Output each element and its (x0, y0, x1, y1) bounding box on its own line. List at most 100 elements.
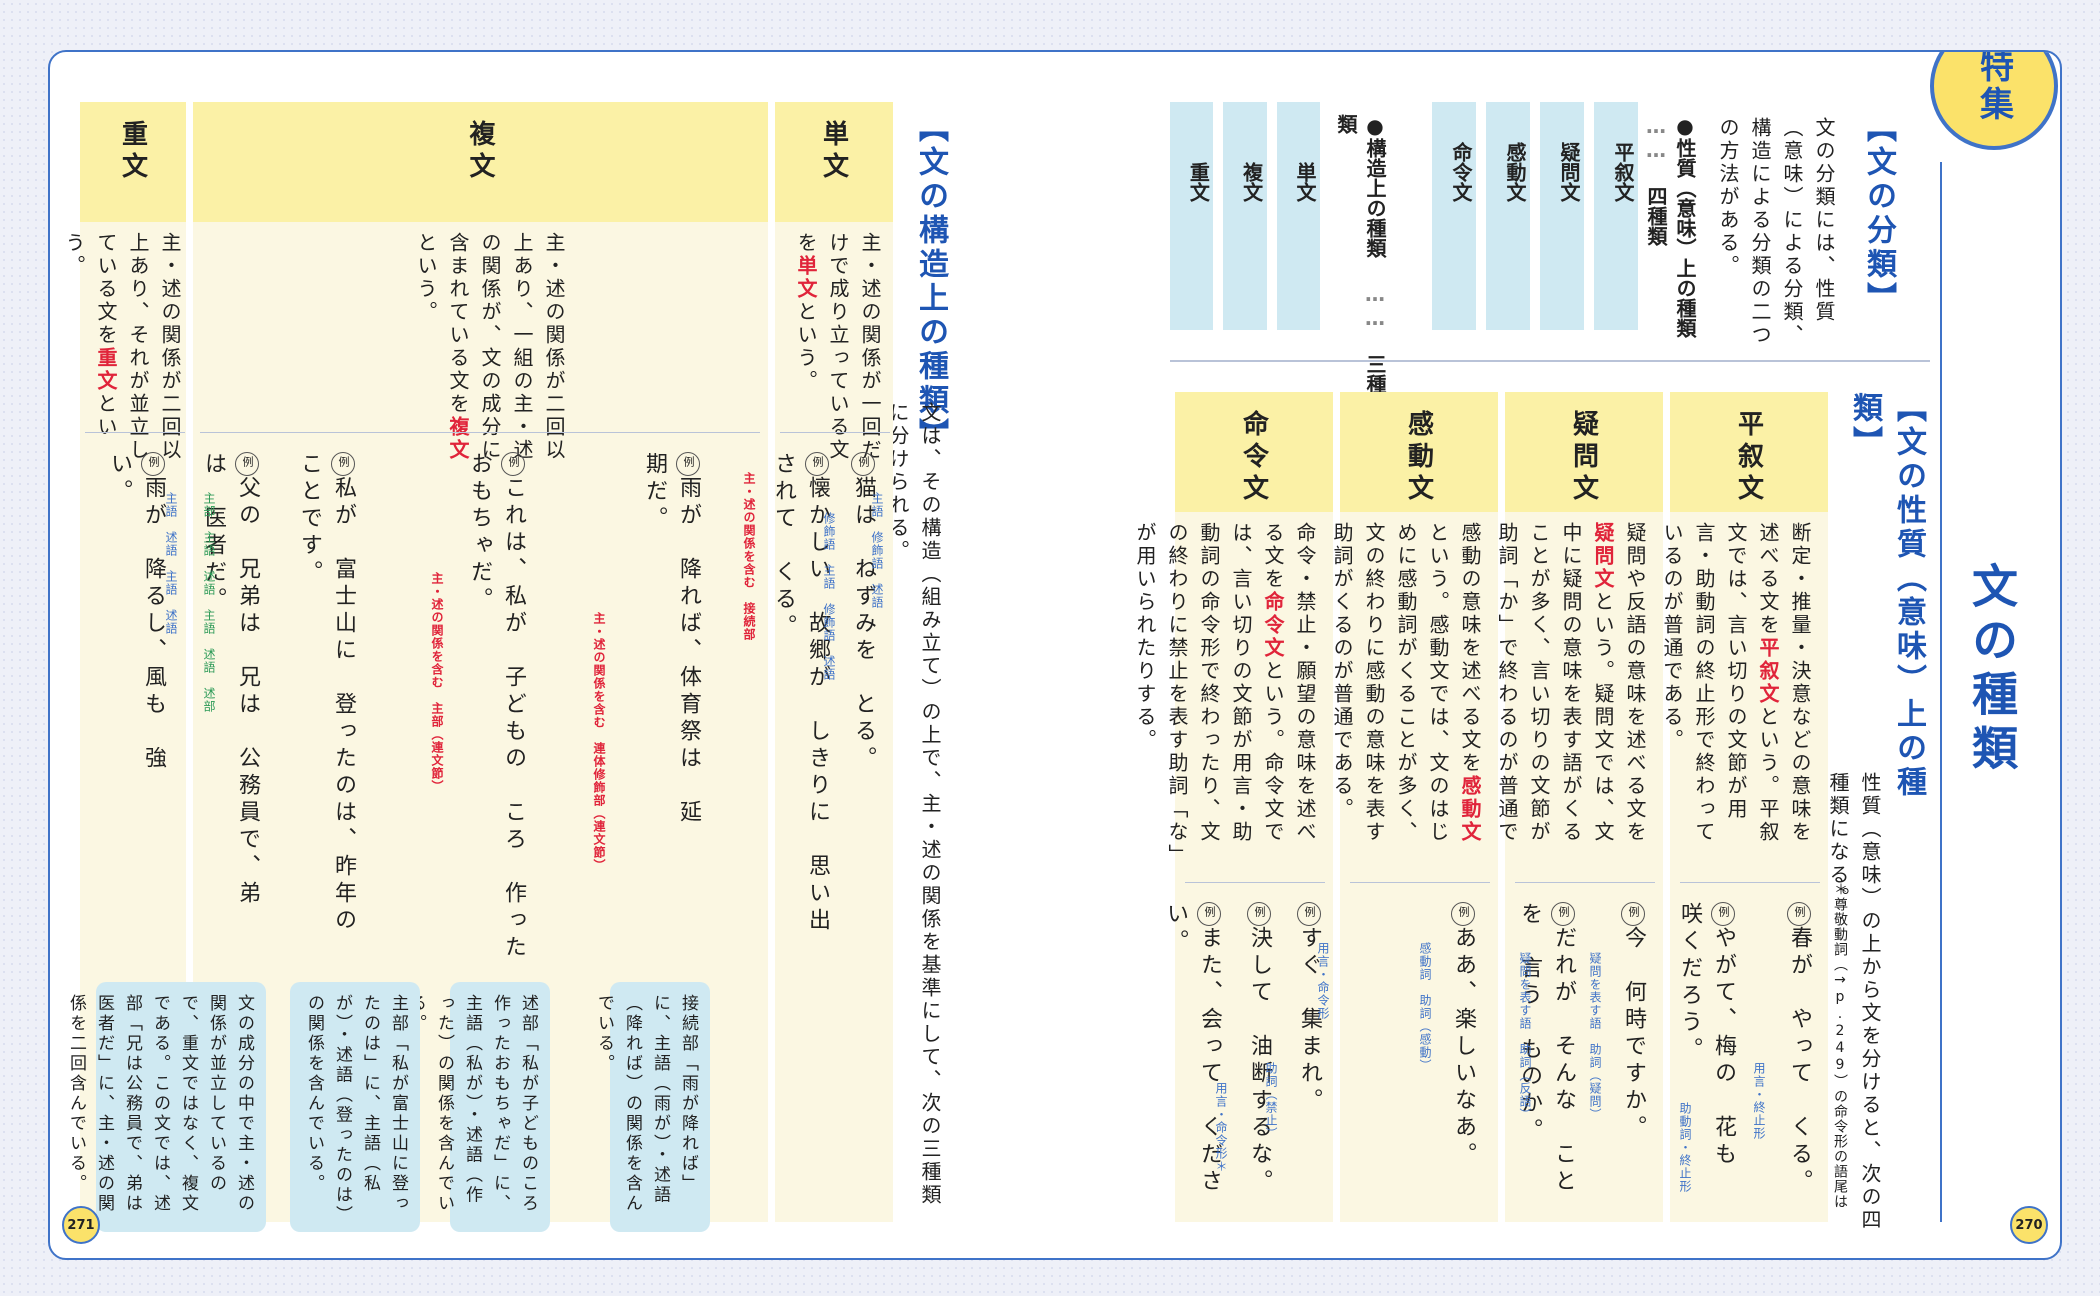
example-mark: 例 (1247, 902, 1271, 926)
example-note: 修飾語 主語 修飾語 述語 (822, 512, 836, 681)
example-note: 主語 修飾語 述語 (870, 492, 884, 609)
example-note: 主・述の関係を含む 接続部 (742, 472, 756, 641)
nature-cell: 命令文 (1432, 102, 1476, 330)
column-rule (1350, 882, 1490, 883)
example-note: 感動詞 助詞（感動） (1418, 942, 1432, 1072)
desc-key: 単文 (794, 255, 818, 301)
example-sentence: 例春が やって くる。 (1776, 902, 1816, 1222)
nature-footnote: ＊尊敬動詞（→p.249）の命令形の語尾は「い」になる。 (1812, 882, 1848, 1209)
example-mark: 例 (1451, 902, 1475, 926)
example-sentence: 例雨が 降れば、体育祭は 延期だ。 (642, 452, 705, 832)
column-rule (1680, 882, 1820, 883)
example-note: 主語 述語 主語 述語 (164, 492, 178, 635)
classification-body: 文の分類には、性質（意味）による分類、構造による分類の二つの方法がある。 (1716, 117, 1836, 347)
structure-cell: 重文 (1170, 102, 1214, 330)
example-note: 用言・命令形＊ (1214, 1082, 1228, 1173)
column-meireibun-desc: 命令・禁止・願望の意味を述べる文を命令文という。命令文では、言い切りの文節が用言… (1133, 522, 1321, 862)
example-sentence: 例ああ、楽しいなあ。 (1440, 902, 1480, 1222)
example-mark: 例 (1787, 902, 1811, 926)
column-title-text: 感動文 (1403, 410, 1434, 506)
nature-heading: 【文の性質（意味）上の種類】 (1847, 392, 1926, 800)
example-mark: 例 (676, 452, 700, 476)
column-jubun-desc: 主・述の関係が二回以上あり、それが並立している文を重文という。 (62, 232, 186, 462)
title-rule (1940, 162, 1942, 1222)
structure-intro: 文は、その構造（組み立て）の上で、主・述の関係を基準にして、次の三種類に分けられ… (886, 402, 942, 1207)
column-title-text: 疑問文 (1568, 410, 1599, 506)
example-sentence: 例父の 兄弟は 兄は 公務員で、弟は 医者だ。 (201, 452, 264, 932)
desc-key: 平叙文 (1756, 637, 1780, 706)
column-gimonbun-title: 疑問文 (1505, 392, 1663, 512)
column-title-text: 複文 (465, 120, 495, 184)
structure-dots: …… (1363, 282, 1387, 330)
callout-box: 文の成分の中で主・述の関係が並立しているので、重文ではなく、複文である。この文で… (66, 982, 266, 1232)
example-sentence: 例私が 富士山に 登ったのは、昨年の ことです。 (297, 452, 360, 962)
desc-text: という。 (794, 301, 818, 393)
nature-cell: 平叙文 (1594, 102, 1638, 330)
column-tanbun-desc: 主・述の関係が一回だけで成り立っている文を単文という。 (790, 232, 886, 462)
example-mark: 例 (501, 452, 525, 476)
desc-text: 疑問や反語の意味を述べる文を (1623, 522, 1647, 844)
column-rule (780, 432, 890, 433)
callout-box: 接続部「雨が降れば」に、主語（雨が）・述語（降れば）の関係を含んでいる。 (594, 982, 710, 1232)
example-mark: 例 (1297, 902, 1321, 926)
example-sentence: 例今 何時ですか。 (1610, 902, 1650, 1222)
example-mark: 例 (1621, 902, 1645, 926)
main-title: 文の種類 (1965, 562, 2019, 778)
example-mark: 例 (331, 452, 355, 476)
column-kandobun-title: 感動文 (1340, 392, 1498, 512)
example-mark: 例 (1711, 902, 1735, 926)
column-rule (1515, 882, 1655, 883)
column-heijobun-desc: 断定・推量・決意などの意味を述べる文を平叙文という。平叙文では、言い切りの文節が… (1660, 522, 1816, 862)
example-mark: 例 (1197, 902, 1221, 926)
column-rule (1185, 882, 1325, 883)
nature-intro: 性質（意味）の上から文を分けると、次の四種類になる。 (1826, 772, 1882, 1232)
structure-cell: 複文 (1223, 102, 1267, 330)
desc-key: 感動文 (1458, 775, 1482, 844)
column-title-text: 単文 (818, 120, 849, 184)
example-sentence: 例だれが そんな ことを 言う ものか。 (1517, 902, 1580, 1222)
example-mark: 例 (851, 452, 875, 476)
callout-box: 述部「私が子どものころ作ったおもちゃだ」に、主語（私が）・述語（作った）の関係を… (406, 982, 550, 1232)
feature-badge-text: 特集 (1973, 50, 2014, 124)
example-mark: 例 (805, 452, 829, 476)
structure-cell: 単文 (1276, 102, 1320, 330)
desc-key: 重文 (94, 347, 118, 393)
nature-cells: 平叙文 疑問文 感動文 命令文 (1430, 102, 1638, 330)
example-note: 用言・命令形 (1316, 942, 1330, 1020)
example-mark: 例 (1551, 902, 1575, 926)
nature-count: 四種類 (1644, 186, 1668, 246)
column-gimonbun-desc: 疑問や反語の意味を述べる文を疑問文という。疑問文では、文中に疑問の意味を表す語が… (1463, 522, 1651, 862)
spread-frame: 特集 文の種類 【文の分類】 文の分類には、性質（意味）による分類、構造による分… (48, 50, 2062, 1260)
callout-box: 主部「私が富士山に登ったのは」に、主語（私が）・述語（登ったのは）の関係を含んで… (290, 982, 420, 1232)
column-heijobun-title: 平叙文 (1670, 392, 1828, 512)
feature-badge: 特集 (1930, 50, 2058, 150)
column-tanbun-title: 単文 (775, 102, 893, 222)
structure-cells: 単文 複文 重文 (1170, 102, 1320, 330)
nature-dots: …… (1644, 114, 1668, 162)
nature-cell: 疑問文 (1540, 102, 1584, 330)
example-sentence: 例やがて、梅の 花も 咲くだろう。 (1677, 902, 1740, 1222)
example-text: 春が やって くる。 (1787, 926, 1812, 1196)
desc-key: 疑問文 (1591, 522, 1615, 591)
example-note: 疑問を表す語 助詞（疑問） (1588, 952, 1602, 1121)
example-sentence: 例これは、私が 子どもの ころ 作った おもちゃだ。 (467, 452, 530, 989)
column-rule (200, 432, 760, 433)
desc-key: 命令文 (1261, 591, 1285, 660)
nature-label-text: ●性質（意味）上の種類 (1673, 114, 1697, 338)
column-kandobun-desc: 感動の意味を述べる文を感動文という。感動文では、文のはじめに感動詞がくることが多… (1330, 522, 1486, 862)
column-jubun-title: 重文 (80, 102, 186, 222)
structure-label: ●構造上の種類 …… 三種類 (1334, 114, 1390, 394)
example-note: 助動詞・終止形 (1678, 1102, 1692, 1193)
column-title-text: 重文 (117, 120, 148, 184)
nature-label: ●性質（意味）上の種類 …… 四種類 (1644, 114, 1700, 374)
page-number-right: 270 (2010, 1206, 2048, 1244)
structure-label-text: ●構造上の種類 (1363, 114, 1387, 258)
section-divider (1170, 360, 1930, 362)
example-text: ああ、楽しいなあ。 (1451, 926, 1476, 1169)
example-note: 主・述の関係を含む 連体修飾部（連文節） (592, 612, 606, 872)
desc-text: という。感動文では、文のはじめに感動詞がくることが多く、文の終わりに感動の意味を… (1330, 522, 1450, 844)
desc-text: 感動の意味を述べる文を (1458, 522, 1482, 775)
column-title-text: 平叙文 (1733, 410, 1764, 506)
example-note: 主・述の関係を含む 主部（連文節） (430, 572, 444, 793)
column-fukubun-title: 複文 (193, 102, 768, 222)
